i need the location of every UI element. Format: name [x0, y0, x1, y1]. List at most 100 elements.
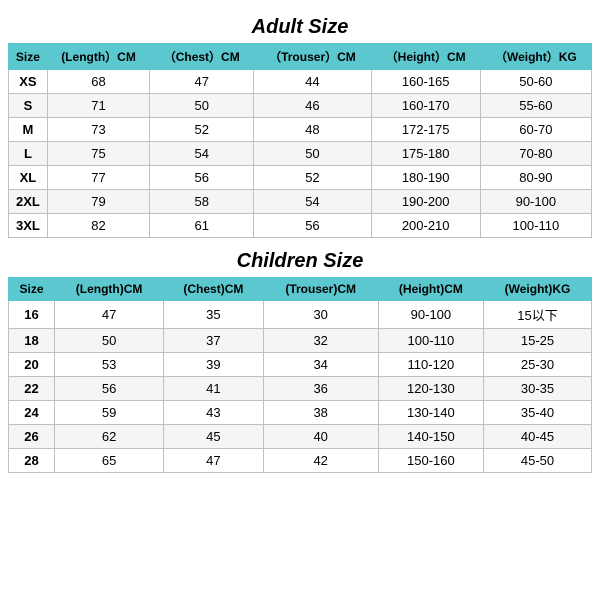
table-cell: XL [9, 166, 48, 190]
table-cell: 58 [150, 190, 254, 214]
table-cell: 140-150 [378, 425, 483, 449]
table-cell: 35-40 [484, 401, 592, 425]
table-cell: 2XL [9, 190, 48, 214]
table-cell: 30-35 [484, 377, 592, 401]
table-cell: 44 [254, 70, 371, 94]
table-cell: 77 [47, 166, 149, 190]
adult-size-table: Size(Length）CM（Chest）CM（Trouser）CM（Heigh… [8, 43, 592, 238]
table-cell: 56 [254, 214, 371, 238]
table-cell: XS [9, 70, 48, 94]
table-cell: 50-60 [480, 70, 591, 94]
table-cell: 30 [263, 301, 378, 329]
table-cell: 16 [9, 301, 55, 329]
adult-header-cell: （Height）CM [371, 44, 480, 70]
table-cell: 90-100 [480, 190, 591, 214]
children-header-cell: (Length)CM [54, 278, 163, 301]
table-cell: 32 [263, 329, 378, 353]
table-cell: 38 [263, 401, 378, 425]
table-cell: 65 [54, 449, 163, 473]
table-cell: 45-50 [484, 449, 592, 473]
table-row: XS684744160-16550-60 [9, 70, 592, 94]
children-header-row: Size(Length)CM(Chest)CM(Trouser)CM(Heigh… [9, 278, 592, 301]
adult-header-row: Size(Length）CM（Chest）CM（Trouser）CM（Heigh… [9, 44, 592, 70]
table-cell: 79 [47, 190, 149, 214]
table-cell: 34 [263, 353, 378, 377]
table-cell: 50 [254, 142, 371, 166]
table-cell: 110-120 [378, 353, 483, 377]
table-cell: 26 [9, 425, 55, 449]
table-cell: 40-45 [484, 425, 592, 449]
table-cell: 22 [9, 377, 55, 401]
table-cell: 52 [150, 118, 254, 142]
table-cell: 82 [47, 214, 149, 238]
adult-header-cell: (Length）CM [47, 44, 149, 70]
table-cell: 80-90 [480, 166, 591, 190]
table-cell: 53 [54, 353, 163, 377]
table-cell: L [9, 142, 48, 166]
table-row: 2XL795854190-20090-100 [9, 190, 592, 214]
table-cell: 180-190 [371, 166, 480, 190]
table-cell: 100-110 [378, 329, 483, 353]
table-cell: 160-165 [371, 70, 480, 94]
adult-header-cell: （Trouser）CM [254, 44, 371, 70]
children-header-cell: Size [9, 278, 55, 301]
table-cell: 61 [150, 214, 254, 238]
table-row: 1647353090-10015以下 [9, 301, 592, 329]
table-cell: S [9, 94, 48, 118]
table-cell: 47 [150, 70, 254, 94]
table-cell: 200-210 [371, 214, 480, 238]
children-size-table: Size(Length)CM(Chest)CM(Trouser)CM(Heigh… [8, 277, 592, 473]
table-cell: 25-30 [484, 353, 592, 377]
table-cell: 56 [150, 166, 254, 190]
table-cell: 41 [164, 377, 263, 401]
table-cell: 55-60 [480, 94, 591, 118]
table-cell: 24 [9, 401, 55, 425]
table-cell: 52 [254, 166, 371, 190]
table-row: L755450175-18070-80 [9, 142, 592, 166]
table-cell: 59 [54, 401, 163, 425]
table-cell: 3XL [9, 214, 48, 238]
table-cell: 50 [54, 329, 163, 353]
table-cell: 100-110 [480, 214, 591, 238]
table-row: M735248172-17560-70 [9, 118, 592, 142]
table-cell: 15以下 [484, 301, 592, 329]
table-cell: 46 [254, 94, 371, 118]
children-table-body: 1647353090-10015以下18503732100-11015-2520… [9, 301, 592, 473]
table-row: S715046160-17055-60 [9, 94, 592, 118]
adult-table-body: XS684744160-16550-60S715046160-17055-60M… [9, 70, 592, 238]
children-header-cell: (Weight)KG [484, 278, 592, 301]
table-cell: 62 [54, 425, 163, 449]
table-cell: 47 [164, 449, 263, 473]
table-cell: 54 [150, 142, 254, 166]
table-cell: 48 [254, 118, 371, 142]
adult-header-cell: （Chest）CM [150, 44, 254, 70]
table-cell: 150-160 [378, 449, 483, 473]
adult-header-cell: Size [9, 44, 48, 70]
table-cell: 54 [254, 190, 371, 214]
table-cell: 73 [47, 118, 149, 142]
table-cell: 160-170 [371, 94, 480, 118]
table-row: 22564136120-13030-35 [9, 377, 592, 401]
table-row: 28654742150-16045-50 [9, 449, 592, 473]
adult-title: Adult Size [252, 16, 349, 39]
table-cell: 15-25 [484, 329, 592, 353]
table-row: 18503732100-11015-25 [9, 329, 592, 353]
table-cell: 70-80 [480, 142, 591, 166]
table-cell: 45 [164, 425, 263, 449]
table-cell: 36 [263, 377, 378, 401]
table-cell: 47 [54, 301, 163, 329]
table-cell: 56 [54, 377, 163, 401]
table-row: XL775652180-19080-90 [9, 166, 592, 190]
table-cell: 68 [47, 70, 149, 94]
table-cell: 18 [9, 329, 55, 353]
children-header-cell: (Trouser)CM [263, 278, 378, 301]
table-cell: 43 [164, 401, 263, 425]
children-header-cell: (Height)CM [378, 278, 483, 301]
table-cell: 172-175 [371, 118, 480, 142]
adult-header-cell: （Weight）KG [480, 44, 591, 70]
table-cell: M [9, 118, 48, 142]
table-cell: 50 [150, 94, 254, 118]
children-header-cell: (Chest)CM [164, 278, 263, 301]
table-cell: 20 [9, 353, 55, 377]
table-cell: 175-180 [371, 142, 480, 166]
